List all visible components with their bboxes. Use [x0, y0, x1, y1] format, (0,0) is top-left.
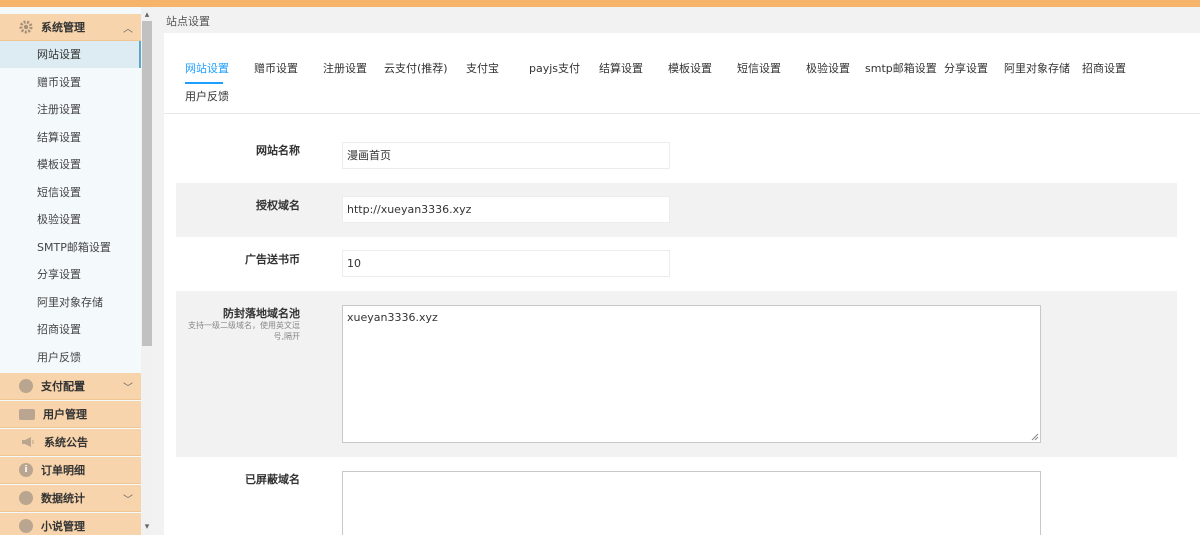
settings-panel: 网站设置 赠币设置 注册设置 云支付(推荐) 支付宝 payjs支付 结算设置 … [164, 33, 1200, 535]
main-content: 站点设置 网站设置 赠币设置 注册设置 云支付(推荐) 支付宝 payjs支付 … [153, 7, 1200, 535]
sidebar-group-label: 用户管理 [43, 408, 87, 421]
landing-pool-textarea[interactable]: xueyan3336.xyz [342, 305, 1041, 443]
sidebar-item-register-settings[interactable]: 注册设置 [0, 96, 141, 123]
sidebar-group-payment[interactable]: 支付配置 ﹀ [0, 373, 141, 400]
tab-feedback[interactable]: 用户反馈 [185, 87, 229, 107]
site-name-label: 网站名称 [256, 144, 300, 157]
auth-domain-input[interactable]: http://xueyan3336.xyz [342, 196, 670, 223]
tab-invest-settings[interactable]: 招商设置 [1082, 59, 1126, 79]
sidebar-scroll-thumb[interactable] [142, 21, 152, 346]
sidebar-group-label: 系统公告 [44, 436, 88, 449]
form-row-landing-pool: 防封落地域名池 支持一级二级域名，使用英文逗号,隔开 xueyan3336.xy… [176, 291, 1177, 457]
circle-icon [19, 379, 33, 393]
tab-alipay[interactable]: 支付宝 [466, 59, 499, 79]
sidebar-group-label: 系统管理 [41, 21, 85, 34]
sidebar-group-label: 支付配置 [41, 380, 85, 393]
sidebar-item-invest-settings[interactable]: 招商设置 [0, 316, 141, 343]
gear-icon [18, 19, 34, 35]
blocked-domains-textarea[interactable] [342, 471, 1041, 535]
sidebar-group-stats[interactable]: 数据统计 ﹀ [0, 485, 141, 512]
sidebar-group-system[interactable]: 系统管理 ︿ [0, 14, 141, 41]
sidebar-group-label: 数据统计 [41, 492, 85, 505]
sidebar-item-smtp-settings[interactable]: SMTP邮箱设置 [0, 234, 141, 261]
tab-site-settings[interactable]: 网站设置 [185, 59, 229, 79]
landing-pool-hint: 支持一级二级域名，使用英文逗号,隔开 [188, 321, 300, 341]
sidebar-group-label: 小说管理 [41, 520, 85, 533]
tab-oss-settings[interactable]: 阿里对象存储 [1004, 59, 1070, 79]
tab-cloud-pay[interactable]: 云支付(推荐) [384, 59, 448, 79]
site-name-input[interactable]: 漫画首页 [342, 142, 670, 169]
scroll-down-arrow-icon[interactable]: ▾ [141, 521, 153, 533]
form-row-auth-domain: 授权域名 http://xueyan3336.xyz [176, 183, 1177, 237]
scroll-up-arrow-icon[interactable]: ▴ [141, 9, 153, 21]
ad-coins-input[interactable]: 10 [342, 250, 670, 277]
breadcrumb: 站点设置 [166, 15, 210, 28]
sidebar-item-settlement-settings[interactable]: 结算设置 [0, 124, 141, 151]
landing-pool-value: xueyan3336.xyz [347, 311, 438, 324]
form-row-blocked-domains: 已屏蔽域名 [176, 457, 1177, 535]
auth-domain-label: 授权域名 [256, 199, 300, 212]
megaphone-icon [21, 436, 35, 448]
sidebar-group-users[interactable]: 用户管理 [0, 401, 141, 428]
form-row-site-name: 网站名称 漫画首页 [176, 128, 1177, 177]
top-accent-bar [0, 0, 1200, 7]
tab-register-settings[interactable]: 注册设置 [323, 59, 367, 79]
sidebar-group-label: 订单明细 [41, 464, 85, 477]
sidebar-item-share-settings[interactable]: 分享设置 [0, 261, 141, 288]
sidebar-item-site-settings[interactable]: 网站设置 [0, 41, 141, 68]
tab-coin-settings[interactable]: 赠币设置 [254, 59, 298, 79]
form-row-ad-coins: 广告送书币 10 [176, 237, 1177, 291]
sidebar-item-template-settings[interactable]: 模板设置 [0, 151, 141, 178]
tab-template-settings[interactable]: 模板设置 [668, 59, 712, 79]
sidebar-item-feedback[interactable]: 用户反馈 [0, 344, 141, 371]
sidebar-item-oss-settings[interactable]: 阿里对象存储 [0, 289, 141, 316]
chevron-down-icon: ﹀ [123, 494, 133, 506]
id-card-icon [19, 408, 35, 420]
landing-pool-label: 防封落地域名池 [223, 307, 300, 320]
tab-smtp-settings[interactable]: smtp邮箱设置 [865, 59, 937, 79]
active-tab-indicator [185, 82, 223, 84]
sidebar-group-orders[interactable]: i 订单明细 [0, 457, 141, 484]
tab-payjs[interactable]: payjs支付 [529, 59, 580, 79]
sidebar-item-geetest-settings[interactable]: 极验设置 [0, 206, 141, 233]
sidebar-group-novels[interactable]: 小说管理 [0, 513, 141, 535]
sidebar-item-coin-settings[interactable]: 赠币设置 [0, 69, 141, 96]
ad-coins-label: 广告送书币 [245, 253, 300, 266]
info-icon: i [19, 463, 33, 477]
resize-handle-icon[interactable] [1030, 432, 1039, 441]
settings-tabs: 网站设置 赠币设置 注册设置 云支付(推荐) 支付宝 payjs支付 结算设置 … [164, 33, 1200, 114]
sidebar: 系统管理 ︿ 网站设置 赠币设置 注册设置 结算设置 模板设置 短信设置 极验设… [0, 7, 153, 535]
chevron-up-icon: ︿ [123, 23, 133, 35]
book-icon [19, 519, 33, 533]
chart-icon [19, 491, 33, 505]
sidebar-item-sms-settings[interactable]: 短信设置 [0, 179, 141, 206]
tab-settlement-settings[interactable]: 结算设置 [599, 59, 643, 79]
tab-geetest-settings[interactable]: 极验设置 [806, 59, 850, 79]
tab-sms-settings[interactable]: 短信设置 [737, 59, 781, 79]
sidebar-group-announcement[interactable]: 系统公告 [0, 429, 141, 456]
tab-share-settings[interactable]: 分享设置 [944, 59, 988, 79]
blocked-domains-label: 已屏蔽域名 [245, 473, 300, 486]
chevron-down-icon: ﹀ [123, 382, 133, 394]
